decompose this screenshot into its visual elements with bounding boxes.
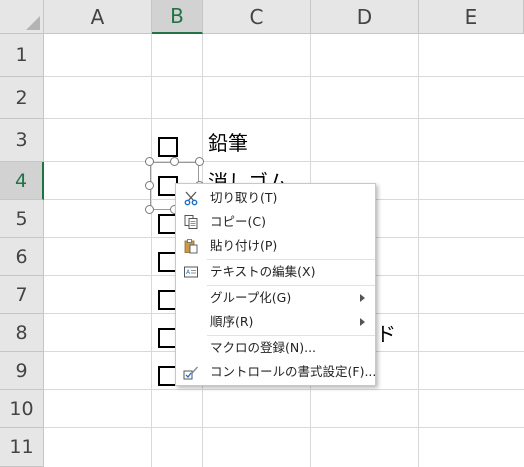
menu-item-paste[interactable]: 貼り付け(P) [176, 234, 375, 258]
menu-item-label: マクロの登録(N)... [210, 340, 317, 355]
format-control-icon [183, 364, 199, 380]
gridline [44, 118, 524, 119]
resize-handle-top[interactable] [170, 157, 179, 166]
scissors-icon [183, 190, 199, 206]
menu-item-cut[interactable]: 切り取り(T) [176, 186, 375, 210]
menu-item-assign-macro[interactable]: マクロの登録(N)... [176, 336, 375, 360]
gridline [44, 161, 524, 162]
column-header-d[interactable]: D [311, 0, 419, 34]
column-header-e[interactable]: E [419, 0, 524, 34]
row-header-7[interactable]: 7 [0, 276, 44, 314]
row-header-3[interactable]: 3 [0, 119, 44, 162]
gridline [44, 76, 524, 77]
row-header-10[interactable]: 10 [0, 390, 44, 428]
menu-item-format-control[interactable]: コントロールの書式設定(F)... [176, 360, 377, 384]
menu-item-copy[interactable]: コピー(C) [176, 210, 375, 234]
menu-item-order[interactable]: 順序(R) [176, 310, 375, 334]
menu-item-label: グループ化(G) [210, 290, 292, 305]
checkbox-row-3[interactable] [158, 137, 178, 157]
menu-item-group[interactable]: グループ化(G) [176, 286, 375, 310]
submenu-arrow-icon [360, 294, 365, 302]
menu-item-label: 順序(R) [210, 314, 254, 329]
paste-icon [183, 238, 199, 254]
gridline [44, 389, 524, 390]
resize-handle-left[interactable] [145, 181, 154, 190]
spreadsheet: A B C D E 1 2 3 4 5 6 7 8 9 10 11 鉛筆 消しゴ… [0, 0, 524, 467]
row-header-9[interactable]: 9 [0, 352, 44, 390]
submenu-arrow-icon [360, 318, 365, 326]
resize-handle-top-right[interactable] [195, 157, 204, 166]
column-header-b[interactable]: B [152, 0, 203, 34]
edit-text-icon: A [183, 264, 199, 280]
menu-item-label: 貼り付け(P) [210, 238, 278, 253]
select-all-triangle-icon [26, 16, 40, 30]
menu-item-label: コントロールの書式設定(F)... [210, 364, 377, 379]
resize-handle-bottom-left[interactable] [145, 205, 154, 214]
row-header-6[interactable]: 6 [0, 238, 44, 276]
resize-handle-top-left[interactable] [145, 157, 154, 166]
menu-item-edit-text[interactable]: A テキストの編集(X) [176, 260, 375, 284]
row-header-2[interactable]: 2 [0, 77, 44, 119]
row-header-11[interactable]: 11 [0, 428, 44, 467]
gridline [44, 427, 524, 428]
row-header-8[interactable]: 8 [0, 314, 44, 352]
column-header-a[interactable]: A [44, 0, 152, 34]
row-header-5[interactable]: 5 [0, 200, 44, 238]
gridline [418, 34, 419, 467]
checkbox-label-row-3: 鉛筆 [208, 131, 248, 155]
menu-item-label: テキストの編集(X) [210, 264, 316, 279]
context-menu: 切り取り(T) コピー(C) 貼り付け(P) A テキストの編集(X) グループ… [175, 183, 376, 386]
column-header-c[interactable]: C [203, 0, 311, 34]
row-header-1[interactable]: 1 [0, 34, 44, 77]
copy-icon [183, 214, 199, 230]
select-all-corner[interactable] [0, 0, 44, 34]
row-header-4[interactable]: 4 [0, 162, 44, 200]
menu-item-label: コピー(C) [210, 214, 266, 229]
gridline [151, 34, 152, 467]
menu-item-label: 切り取り(T) [210, 190, 278, 205]
